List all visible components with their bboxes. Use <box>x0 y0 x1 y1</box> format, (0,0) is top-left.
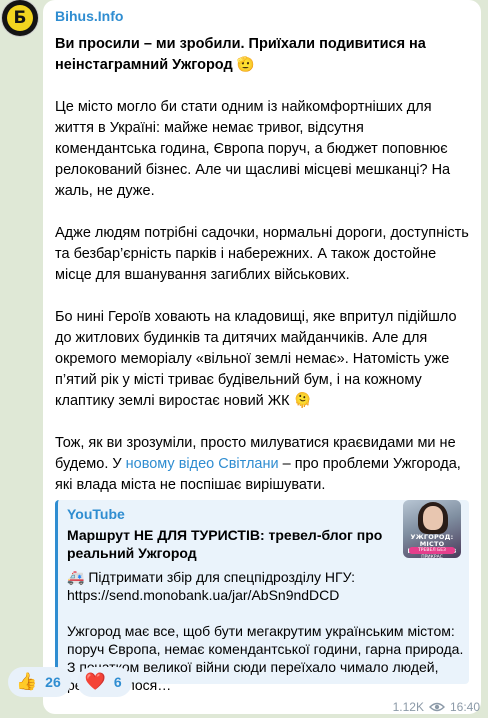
video-thumbnail[interactable]: УЖГОРОД: МІСТО КОНТРАСТІВ ТРЕВЕЛ БЕЗ ПРИ… <box>403 500 461 558</box>
view-count: 1.12K <box>392 700 424 714</box>
thumbs-up-icon: 👍 <box>16 672 38 692</box>
channel-name[interactable]: Bihus.Info <box>55 6 469 26</box>
post-paragraph: Адже людям потрібні садочки, нормальні д… <box>55 225 469 283</box>
video-link[interactable]: новому відео Світлани <box>126 456 279 472</box>
post-paragraph: Тож, як ви зрозуміли, просто милуватися … <box>55 433 469 496</box>
thumbnail-face <box>423 506 443 530</box>
preview-title: Маршрут НЕ ДЛЯ ТУРИСТІВ: тревел-блог про… <box>67 527 383 561</box>
channel-avatar[interactable]: Б <box>2 0 38 36</box>
reaction-heart[interactable]: ❤️ 6 <box>76 667 132 697</box>
reactions-bar: 👍 26 ❤️ 6 <box>8 667 132 697</box>
message-time: 16:40 <box>449 700 480 714</box>
post-text: Ви просили – ми зробили. Приїхали подиви… <box>55 34 469 496</box>
thumbnail-tag: ТРЕВЕЛ БЕЗ ПРИКРАС <box>409 547 455 558</box>
post-paragraph: Це місто могло би стати одним із найкомф… <box>55 99 451 199</box>
reaction-thumbs-up[interactable]: 👍 26 <box>8 667 71 697</box>
reaction-count: 26 <box>45 674 61 690</box>
message-meta: 1.12K 16:40 <box>393 700 480 714</box>
bihus-logo-icon: Б <box>7 5 33 31</box>
preview-donate-text: 🚑 Підтримати збір для спецпідрозділу НГУ… <box>67 569 356 603</box>
post-title: Ви просили – ми зробили. Приїхали подиви… <box>55 36 426 73</box>
message-bubble: Bihus.Info Ви просили – ми зробили. Приї… <box>43 0 481 714</box>
eye-icon <box>428 702 445 712</box>
reaction-count: 6 <box>113 674 122 690</box>
heart-icon: ❤️ <box>84 672 106 692</box>
post-paragraph: Бо нині Героїв ховають на кладовищі, яке… <box>55 309 457 409</box>
link-preview[interactable]: YouTube Маршрут НЕ ДЛЯ ТУРИСТІВ: тревел-… <box>55 500 469 693</box>
preview-site-name: YouTube <box>67 506 125 522</box>
